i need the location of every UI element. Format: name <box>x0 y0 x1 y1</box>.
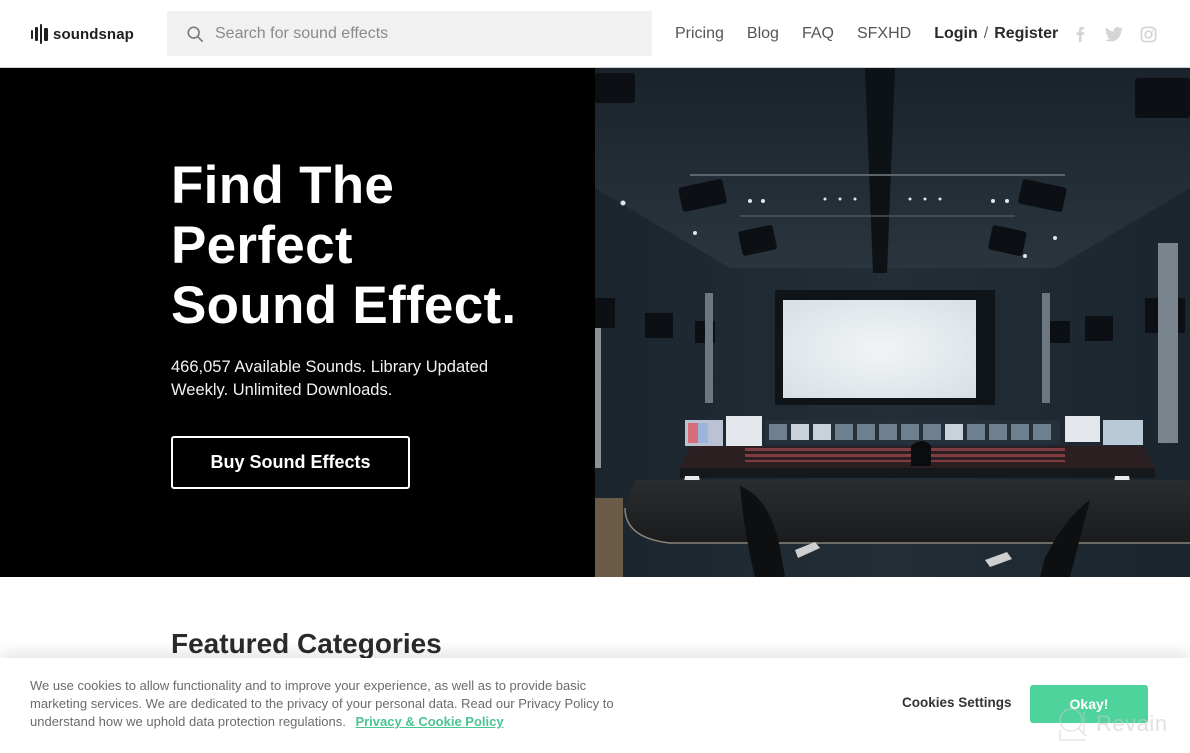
login-link[interactable]: Login <box>934 25 978 43</box>
cookie-message-text: We use cookies to allow functionality an… <box>30 678 614 729</box>
register-link[interactable]: Register <box>994 25 1058 43</box>
nav-pricing[interactable]: Pricing <box>675 25 724 43</box>
hero-title-line: Find The <box>171 156 395 215</box>
hero-subtitle: 466,057 Available Sounds. Library Update… <box>171 358 489 399</box>
cookie-banner: We use cookies to allow functionality an… <box>0 658 1190 753</box>
hero-title-line: Sound Effect. <box>171 276 517 335</box>
nav-blog[interactable]: Blog <box>747 25 779 43</box>
twitter-icon[interactable] <box>1104 24 1124 44</box>
facebook-icon[interactable] <box>1070 24 1090 44</box>
studio-illustration <box>595 68 1190 577</box>
privacy-policy-link[interactable]: Privacy & Cookie Policy <box>355 714 503 729</box>
main-nav: Pricing Blog FAQ SFXHD Login / Register <box>675 22 1058 46</box>
instagram-icon[interactable] <box>1138 24 1158 44</box>
featured-categories-heading: Featured Categories <box>171 628 442 659</box>
hero-section: Find The Perfect Sound Effect. 466,057 A… <box>0 68 1190 577</box>
hero-title: Find The Perfect Sound Effect. <box>171 156 571 336</box>
cookies-settings-button[interactable]: Cookies Settings <box>902 695 1012 710</box>
logo-text: soundsnap <box>53 25 134 43</box>
hero-title-line: Perfect <box>171 216 353 275</box>
cinema-screen <box>783 300 976 398</box>
auth-separator: / <box>983 25 989 42</box>
hero-content: Find The Perfect Sound Effect. 466,057 A… <box>171 156 571 489</box>
search-icon <box>187 25 204 42</box>
studio-photo <box>595 68 1190 577</box>
site-header: soundsnap Pricing Blog FAQ SFXHD Login /… <box>0 0 1190 68</box>
nav-faq[interactable]: FAQ <box>802 25 834 43</box>
nav-sfxhd[interactable]: SFXHD <box>857 25 911 43</box>
buy-sound-effects-button[interactable]: Buy Sound Effects <box>171 436 410 489</box>
logo[interactable]: soundsnap <box>31 23 134 45</box>
search-bar[interactable] <box>167 11 652 56</box>
cookie-message: We use cookies to allow functionality an… <box>30 677 640 731</box>
cookies-okay-button[interactable]: Okay! <box>1030 685 1148 723</box>
soundwave-logo-icon <box>31 24 48 44</box>
social-links <box>1070 24 1158 44</box>
search-input[interactable] <box>215 24 635 43</box>
